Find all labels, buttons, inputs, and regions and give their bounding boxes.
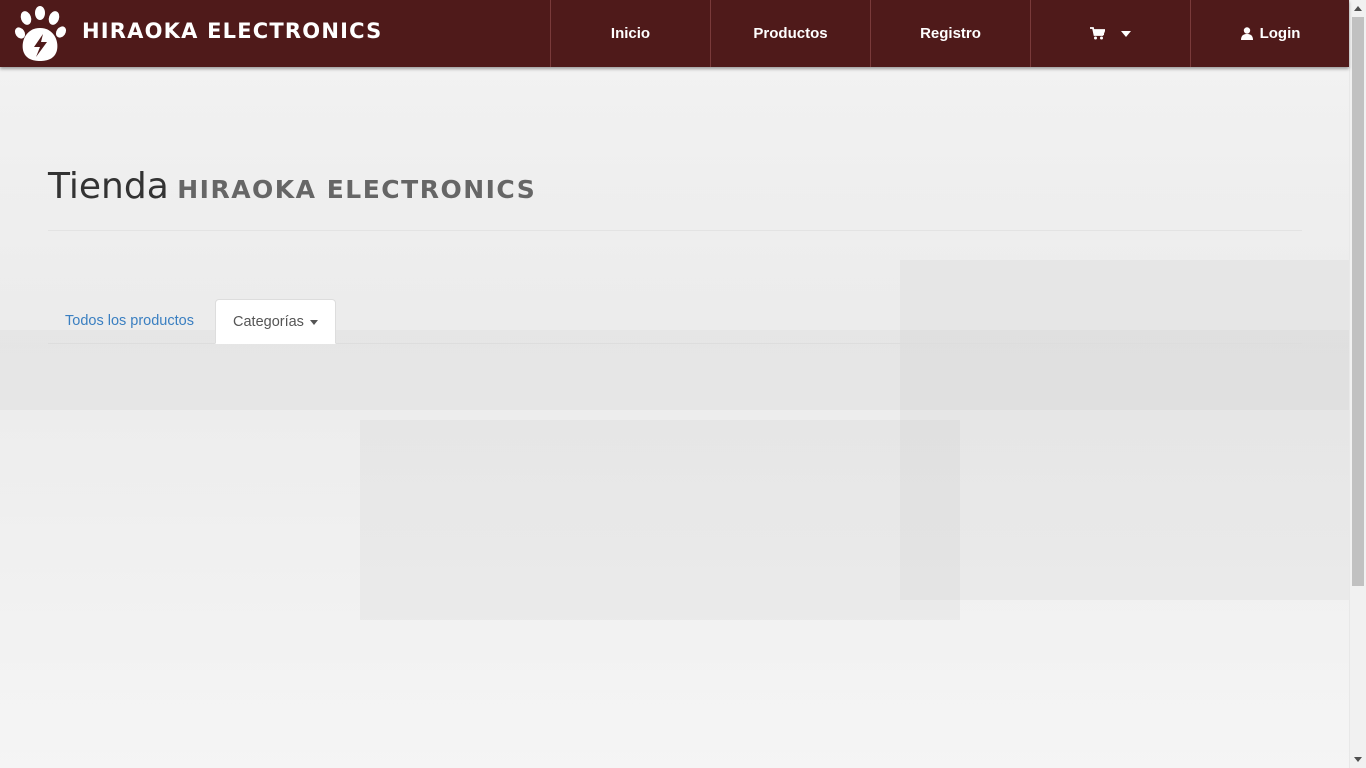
nav-login-label: Login — [1259, 25, 1301, 42]
tab-all-products-label: Todos los productos — [65, 313, 194, 329]
navbar: HIRAOKA ELECTRONICS Inicio Productos Reg… — [0, 0, 1349, 67]
nav-inicio-label: Inicio — [610, 25, 651, 42]
brand[interactable]: HIRAOKA ELECTRONICS — [14, 5, 382, 62]
store-background-image — [0, 0, 1349, 768]
user-icon — [1240, 27, 1253, 40]
nav-inicio[interactable]: Inicio — [550, 0, 710, 67]
tab-categories-label: Categorías — [233, 313, 304, 330]
scroll-down-arrow-icon[interactable] — [1354, 757, 1362, 762]
scrollbar-thumb[interactable] — [1352, 17, 1364, 586]
cart-icon — [1090, 27, 1105, 40]
vertical-scrollbar[interactable] — [1349, 0, 1366, 768]
scroll-up-arrow-icon[interactable] — [1354, 6, 1362, 11]
paw-lightning-icon — [14, 5, 68, 62]
caret-down-icon — [309, 320, 318, 325]
nav-login[interactable]: Login — [1190, 0, 1350, 67]
tab-categories-dropdown[interactable]: Categorías — [215, 299, 336, 344]
brand-name: HIRAOKA ELECTRONICS — [82, 18, 383, 43]
chevron-down-icon — [1121, 30, 1131, 37]
product-tabs: Todos los productos Categorías — [48, 299, 1302, 344]
page-title: Tienda — [48, 166, 169, 207]
nav-registro-label: Registro — [920, 25, 981, 42]
page-subtitle: HIRAOKA ELECTRONICS — [177, 175, 537, 204]
page-header: Tienda HIRAOKA ELECTRONICS — [48, 166, 1302, 231]
nav-productos-label: Productos — [753, 25, 828, 42]
tab-all-products[interactable]: Todos los productos — [48, 299, 211, 343]
nav-cart-dropdown[interactable] — [1030, 0, 1190, 67]
nav-productos[interactable]: Productos — [710, 0, 870, 67]
nav-registro[interactable]: Registro — [870, 0, 1030, 67]
